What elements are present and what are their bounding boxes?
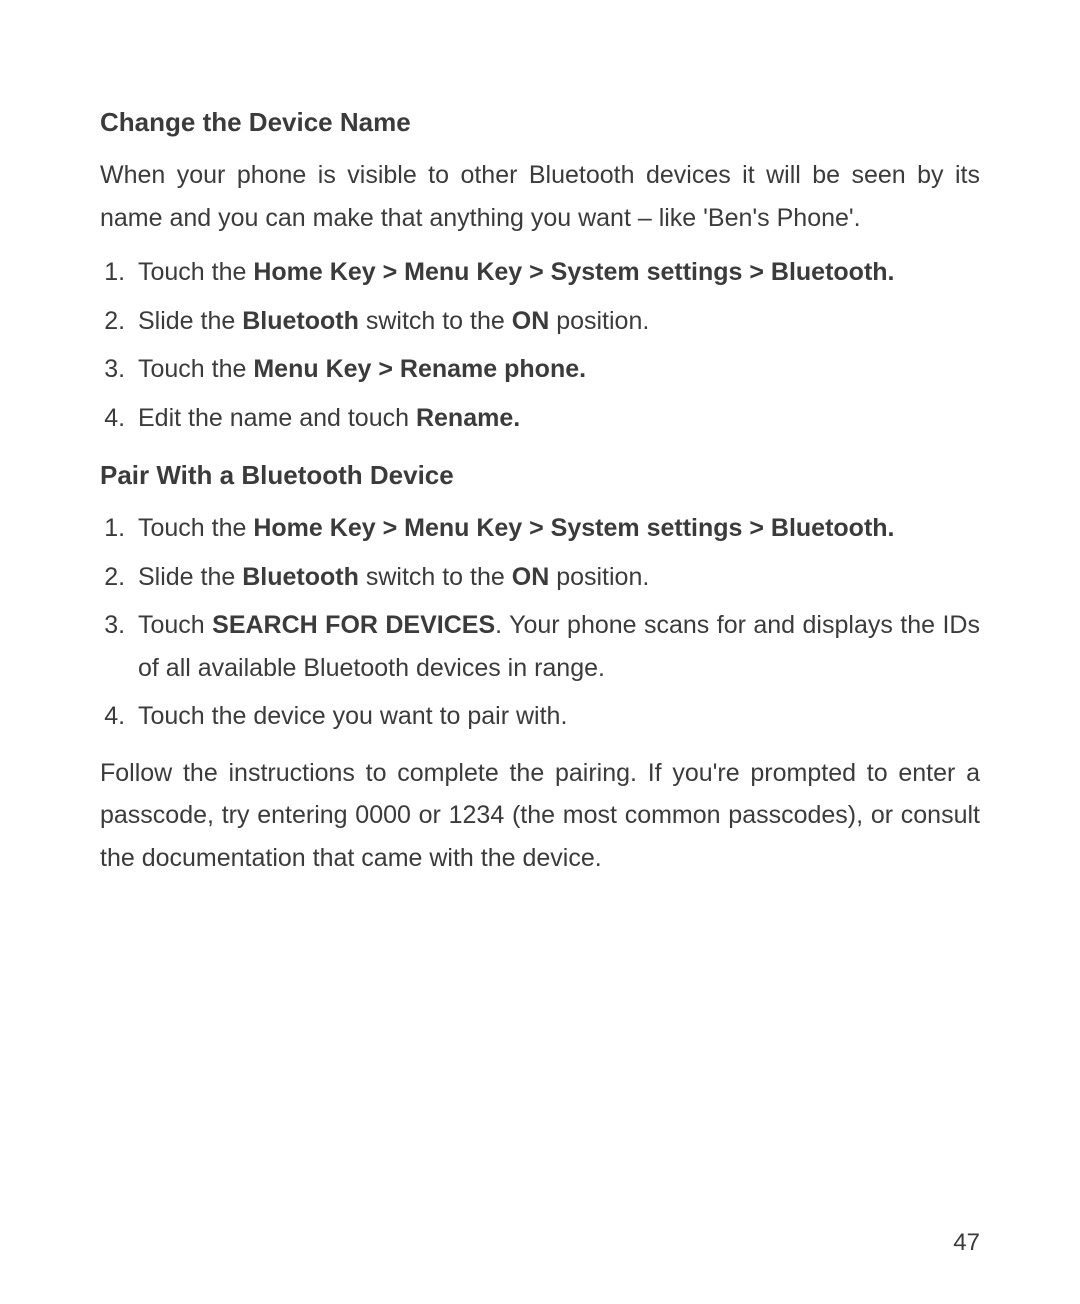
bold-text: Home Key > Menu Key > System settings > … [253, 258, 894, 286]
bold-text: Rename. [416, 404, 520, 432]
text: Edit the name and touch [138, 404, 416, 432]
text: position. [549, 563, 649, 591]
text: switch to the [359, 307, 512, 335]
section2-steps: Touch the Home Key > Menu Key > System s… [100, 507, 980, 738]
section1-step4: Edit the name and touch Rename. [132, 397, 980, 440]
text: Slide the [138, 563, 242, 591]
section2-outro: Follow the instructions to complete the … [100, 752, 980, 880]
manual-page: Change the Device Name When your phone i… [0, 0, 1080, 1304]
section2-heading: Pair With a Bluetooth Device [100, 453, 980, 497]
bold-text: Bluetooth [242, 563, 359, 591]
bold-text: SEARCH FOR DEVICES [212, 611, 495, 639]
text: switch to the [359, 563, 512, 591]
text: Touch the [138, 258, 253, 286]
text: Slide the [138, 307, 242, 335]
bold-text: ON [512, 563, 550, 591]
bold-text: Bluetooth [242, 307, 359, 335]
bold-text: ON [512, 307, 550, 335]
bold-text: Menu Key > Rename phone. [253, 355, 586, 383]
section1-intro: When your phone is visible to other Blue… [100, 154, 980, 239]
section1-step2: Slide the Bluetooth switch to the ON pos… [132, 300, 980, 343]
section1-step3: Touch the Menu Key > Rename phone. [132, 348, 980, 391]
section1-step1: Touch the Home Key > Menu Key > System s… [132, 251, 980, 294]
text: Touch the [138, 514, 253, 542]
page-number: 47 [953, 1223, 980, 1264]
section2-step1: Touch the Home Key > Menu Key > System s… [132, 507, 980, 550]
section1-heading: Change the Device Name [100, 100, 980, 144]
bold-text: Home Key > Menu Key > System settings > … [253, 514, 894, 542]
text: Touch [138, 611, 212, 639]
text: Touch the [138, 355, 253, 383]
section1-steps: Touch the Home Key > Menu Key > System s… [100, 251, 980, 439]
section2-step2: Slide the Bluetooth switch to the ON pos… [132, 556, 980, 599]
section2-step4: Touch the device you want to pair with. [132, 695, 980, 738]
text: position. [549, 307, 649, 335]
section2-step3: Touch SEARCH FOR DEVICES. Your phone sca… [132, 604, 980, 689]
